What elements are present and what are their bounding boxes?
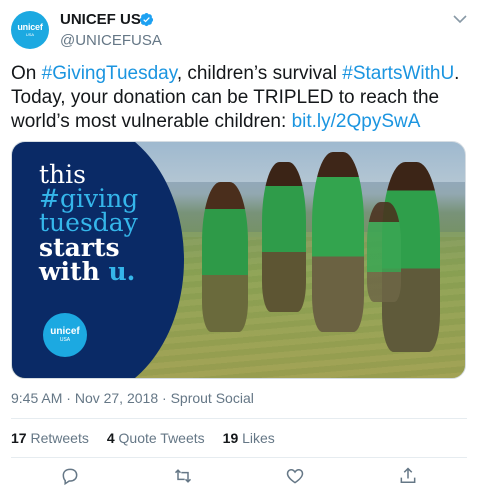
campaign-word: with — [39, 257, 109, 286]
quotes-count: 4 — [106, 430, 115, 446]
share-button[interactable] — [398, 466, 418, 486]
child-figure — [262, 162, 306, 312]
logo-sub-text: USA — [59, 337, 71, 343]
likes-stat[interactable]: 19 Likes — [223, 430, 275, 446]
avatar-logo-text: unicef — [17, 22, 43, 32]
tweet-timestamp: 9:45 AM · Nov 27, 2018 · Sprout Social — [11, 390, 254, 406]
likes-count: 19 — [222, 430, 239, 446]
reply-button[interactable] — [60, 466, 80, 486]
campaign-word: u. — [108, 257, 136, 286]
campaign-line: with u. — [39, 257, 136, 286]
tweet-text: On #GivingTuesday, children’s survival #… — [11, 62, 471, 134]
tweet-time[interactable]: 9:45 AM — [11, 390, 62, 406]
tweet-date[interactable]: Nov 27, 2018 — [75, 390, 158, 406]
campaign-line: tuesday — [39, 208, 138, 237]
user-handle[interactable]: @UNICEFUSA — [60, 32, 162, 49]
retweet-button[interactable] — [173, 466, 193, 486]
retweets-label: Retweets — [30, 430, 89, 446]
url-link[interactable]: bit.ly/2QpySwA — [292, 111, 421, 132]
retweet-icon — [174, 469, 192, 483]
retweets-stat[interactable]: 17 Retweets — [11, 430, 89, 446]
tweet-media-image[interactable]: this #giving tuesday starts with u. unic… — [11, 141, 466, 379]
logo-text: unicef — [50, 326, 80, 337]
divider — [11, 457, 467, 458]
share-icon — [400, 467, 416, 483]
hashtag-link[interactable]: #StartsWithU — [342, 63, 454, 84]
verified-badge-icon — [139, 12, 154, 27]
display-name[interactable]: UNICEF USA — [60, 11, 152, 28]
heart-icon — [286, 468, 304, 484]
quotes-label: Quote Tweets — [118, 430, 205, 446]
retweets-count: 17 — [11, 430, 27, 446]
reply-icon — [62, 468, 78, 486]
child-figure — [367, 202, 401, 302]
avatar-sub-text: USA — [25, 32, 35, 37]
tweet-text-part: , children’s survival — [176, 63, 343, 84]
likes-label: Likes — [242, 430, 275, 446]
tweet-text-part: On — [11, 63, 42, 84]
hashtag-link[interactable]: #GivingTuesday — [42, 63, 177, 84]
child-figure — [202, 182, 248, 332]
divider — [11, 418, 467, 419]
chevron-down-icon[interactable] — [453, 14, 467, 24]
unicef-logo: unicef USA — [43, 313, 87, 357]
avatar[interactable]: unicef USA — [11, 11, 49, 49]
engagement-stats: 17 Retweets 4 Quote Tweets 19 Likes — [11, 430, 275, 446]
child-figure — [312, 152, 364, 332]
meta-separator: · — [162, 390, 167, 406]
tweet-source[interactable]: Sprout Social — [171, 390, 254, 406]
tweet-card: unicef USA UNICEF USA @UNICEFUSA On #Giv… — [0, 0, 478, 495]
meta-separator: · — [66, 390, 71, 406]
quotes-stat[interactable]: 4 Quote Tweets — [107, 430, 205, 446]
like-button[interactable] — [285, 466, 305, 486]
